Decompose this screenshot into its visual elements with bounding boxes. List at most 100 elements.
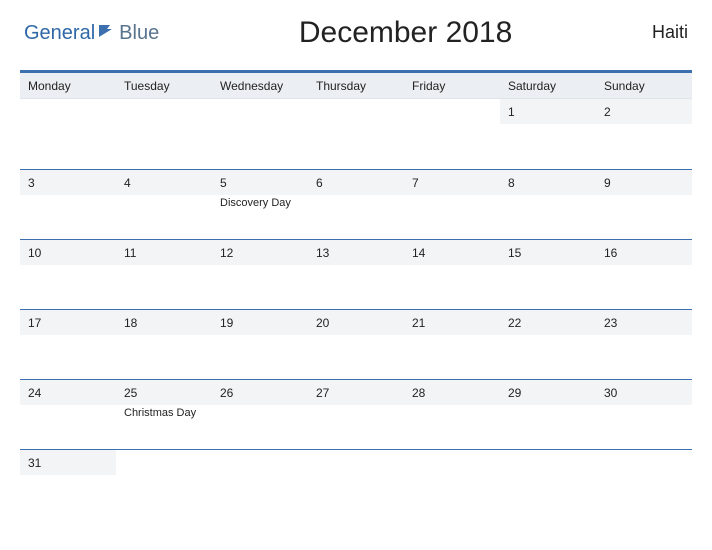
calendar-event: Christmas Day <box>124 407 204 420</box>
day-number-row: 2 <box>596 99 692 124</box>
calendar-cell: 22 <box>500 309 596 379</box>
weekday-header: Saturday <box>500 73 596 99</box>
calendar-cell: 28 <box>404 379 500 449</box>
day-number-row: 30 <box>596 380 692 405</box>
day-number: 28 <box>412 386 425 400</box>
day-number: 16 <box>604 246 617 260</box>
calendar-cell: 15 <box>500 239 596 309</box>
day-number-row: 19 <box>212 310 308 335</box>
calendar-cell <box>404 99 500 169</box>
day-number: 22 <box>508 316 521 330</box>
calendar-cell: 21 <box>404 309 500 379</box>
logo-text-general: General <box>24 22 95 45</box>
weekday-header: Sunday <box>596 73 692 99</box>
day-number-row: 13 <box>308 240 404 265</box>
calendar-cell <box>500 449 596 489</box>
day-number: 2 <box>604 105 611 119</box>
calendar-cell: 23 <box>596 309 692 379</box>
day-number: 31 <box>28 456 41 470</box>
calendar-cell <box>20 99 116 169</box>
day-number: 27 <box>316 386 329 400</box>
day-number-row: 27 <box>308 380 404 405</box>
day-number-row: 7 <box>404 170 500 195</box>
day-number-row: 28 <box>404 380 500 405</box>
calendar-cell: 26 <box>212 379 308 449</box>
day-number-row: 1 <box>500 99 596 124</box>
calendar-cell: 9 <box>596 169 692 239</box>
calendar-cell: 3 <box>20 169 116 239</box>
calendar-cell: 24 <box>20 379 116 449</box>
calendar-cell: 5Discovery Day <box>212 169 308 239</box>
calendar-cell: 20 <box>308 309 404 379</box>
day-number-row: 21 <box>404 310 500 335</box>
calendar-cell <box>404 449 500 489</box>
day-number: 13 <box>316 246 329 260</box>
calendar-cell: 7 <box>404 169 500 239</box>
calendar-cell <box>308 99 404 169</box>
logo: General Blue <box>24 22 159 45</box>
calendar-cell <box>116 449 212 489</box>
weekday-header: Wednesday <box>212 73 308 99</box>
day-number: 21 <box>412 316 425 330</box>
calendar-cell: 14 <box>404 239 500 309</box>
weekday-header: Monday <box>20 73 116 99</box>
calendar-cell: 17 <box>20 309 116 379</box>
day-number-row: 22 <box>500 310 596 335</box>
calendar-cell: 13 <box>308 239 404 309</box>
calendar-grid: MondayTuesdayWednesdayThursdayFridaySatu… <box>20 70 692 489</box>
day-number: 5 <box>220 176 227 190</box>
day-number-row: 20 <box>308 310 404 335</box>
day-number: 10 <box>28 246 41 260</box>
day-number: 4 <box>124 176 131 190</box>
calendar-cell <box>212 99 308 169</box>
day-number: 7 <box>412 176 419 190</box>
day-number-row: 4 <box>116 170 212 195</box>
day-number-row: 15 <box>500 240 596 265</box>
calendar-cell: 8 <box>500 169 596 239</box>
header: General Blue December 2018 Haiti <box>20 18 692 50</box>
day-number: 11 <box>124 246 136 260</box>
day-number-row: 5 <box>212 170 308 195</box>
day-number-row: 12 <box>212 240 308 265</box>
country-label: Haiti <box>652 22 688 43</box>
calendar-cell: 19 <box>212 309 308 379</box>
day-number: 3 <box>28 176 35 190</box>
day-number: 19 <box>220 316 233 330</box>
day-number: 8 <box>508 176 515 190</box>
calendar-cell: 30 <box>596 379 692 449</box>
day-number-row: 25 <box>116 380 212 405</box>
day-number: 17 <box>28 316 41 330</box>
day-number-row: 11 <box>116 240 212 265</box>
calendar-cell: 25 Christmas Day <box>116 379 212 449</box>
day-number-row: 17 <box>20 310 116 335</box>
day-number-row: 9 <box>596 170 692 195</box>
calendar-cell: 12 <box>212 239 308 309</box>
calendar-cell: 10 <box>20 239 116 309</box>
day-number: 14 <box>412 246 425 260</box>
day-number: 23 <box>604 316 617 330</box>
calendar-cell: 11 <box>116 239 212 309</box>
day-number-row: 24 <box>20 380 116 405</box>
day-number-row: 31 <box>20 450 116 475</box>
day-number-row: 10 <box>20 240 116 265</box>
day-number-row: 6 <box>308 170 404 195</box>
calendar-cell: 31 <box>20 449 116 489</box>
day-number: 30 <box>604 386 617 400</box>
logo-flag-icon <box>98 23 116 44</box>
calendar-cell: 2 <box>596 99 692 169</box>
day-number-row: 8 <box>500 170 596 195</box>
weekday-header: Thursday <box>308 73 404 99</box>
day-number-row: 29 <box>500 380 596 405</box>
calendar-cell: 18 <box>116 309 212 379</box>
day-number-row: 3 <box>20 170 116 195</box>
day-number: 6 <box>316 176 323 190</box>
calendar-cell: 1 <box>500 99 596 169</box>
calendar-cell: 4 <box>116 169 212 239</box>
calendar-cell <box>596 449 692 489</box>
day-number: 9 <box>604 176 611 190</box>
day-number: 1 <box>508 105 515 119</box>
day-number: 15 <box>508 246 521 260</box>
day-number-row: 16 <box>596 240 692 265</box>
calendar-cell <box>212 449 308 489</box>
calendar-cell <box>116 99 212 169</box>
